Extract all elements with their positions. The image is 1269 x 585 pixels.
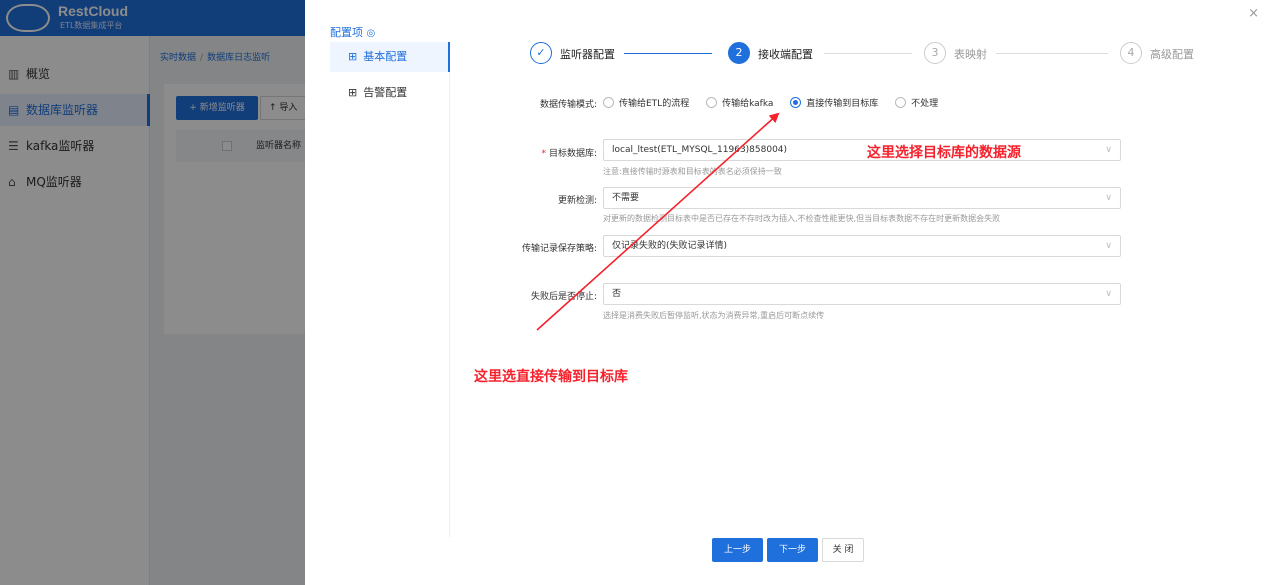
step-label: 接收端配置 (758, 48, 813, 61)
annotation-direct-mode: 这里选直接传输到目标库 (474, 369, 628, 385)
stop-on-fail-label: 失败后是否停止: (530, 292, 597, 302)
target-db-select[interactable]: local_ltest(ETL_MYSQL_11963)858004) ∨ (603, 139, 1121, 161)
radio-label: 直接传输到目标库 (806, 99, 879, 109)
radio-dot (706, 97, 718, 108)
target-db-label-text: 目标数据库: (548, 149, 597, 159)
radio-kafka[interactable]: 传输给kafka (706, 96, 773, 109)
stop-on-fail-select[interactable]: 否 ∨ (603, 283, 1121, 305)
nav-item-alert-config[interactable]: ⊞ 告警配置 (330, 78, 450, 108)
radio-etl-flow[interactable]: 传输给ETL的流程 (603, 96, 689, 109)
config-title-text: 配置项 (330, 26, 363, 39)
target-db-label: * 目标数据库: (495, 146, 597, 159)
step-connector (996, 53, 1108, 54)
radio-dot (790, 97, 802, 108)
grid-icon: ⊞ (348, 50, 358, 63)
step-number: 3 (924, 42, 946, 64)
annotation-target-db: 这里选择目标库的数据源 (867, 145, 1021, 161)
target-db-hint: 注意:直接传输时源表和目标表的表名必须保持一致 (603, 167, 782, 176)
chevron-down-icon: ∨ (1105, 145, 1112, 155)
config-title: 配置项 ◎ (330, 24, 375, 40)
step-connector (624, 53, 712, 54)
radio-label: 不处理 (911, 99, 939, 109)
update-check-hint: 对更新的数据检测目标表中是否已存在不存时改为插入,不检查性能更快,但当目标表数据… (603, 214, 1001, 223)
step-connector (824, 53, 912, 54)
select-value: local_ltest(ETL_MYSQL_11963)858004) (612, 145, 788, 155)
config-nav: ⊞ 基本配置 ⊞ 告警配置 (330, 42, 450, 537)
config-drawer: × 配置项 ◎ ⊞ 基本配置 ⊞ 告警配置 ✓ 监听器配置 2 接收端配置 3 表映… (305, 0, 1269, 585)
stop-on-fail-hint: 选择是消费失败后暂停监听,状态为消费异常,重启后可断点续传 (603, 311, 825, 320)
step-number: 2 (728, 42, 750, 64)
check-icon: ✓ (530, 42, 552, 64)
close-button[interactable]: 关 闭 (822, 538, 864, 562)
step-label: 高级配置 (1150, 48, 1194, 61)
nav-item-label: 告警配置 (363, 86, 408, 99)
step-label: 表映射 (954, 48, 987, 61)
radio-no-processing[interactable]: 不处理 (895, 96, 938, 109)
radio-label: 传输给ETL的流程 (619, 99, 690, 109)
chevron-down-icon: ∨ (1105, 289, 1112, 299)
radio-dot (603, 97, 614, 108)
nav-item-label: 基本配置 (363, 50, 408, 63)
radio-direct-target-db[interactable]: 直接传输到目标库 (790, 96, 878, 109)
update-check-label: 更新检测: (557, 196, 597, 206)
log-policy-select[interactable]: 仅记录失败的(失败记录详情) ∨ (603, 235, 1121, 257)
required-mark: * (541, 149, 546, 159)
update-check-select[interactable]: 不需要 ∨ (603, 187, 1121, 209)
close-icon[interactable]: × (1248, 6, 1259, 21)
select-value: 否 (612, 289, 622, 299)
select-value: 仅记录失败的(失败记录详情) (612, 241, 728, 251)
step-indicator: ✓ 监听器配置 2 接收端配置 3 表映射 4 高级配置 (530, 42, 1200, 66)
nav-item-basic-config[interactable]: ⊞ 基本配置 (330, 42, 450, 72)
chevron-down-icon: ∨ (1105, 241, 1112, 251)
transfer-mode-label: 数据传输模式: (539, 100, 597, 110)
select-value: 不需要 (612, 193, 640, 203)
prev-step-button[interactable]: 上一步 (712, 538, 763, 562)
chevron-down-icon: ∨ (1105, 193, 1112, 203)
log-policy-label: 传输记录保存策略: (521, 244, 597, 254)
step-label: 监听器配置 (560, 48, 615, 61)
transfer-mode-radio-group: 传输给ETL的流程 传输给kafka 直接传输到目标库 不处理 (603, 96, 952, 110)
grid-icon: ⊞ (348, 86, 358, 99)
gear-icon: ◎ (366, 28, 376, 39)
step-number: 4 (1120, 42, 1142, 64)
next-step-button[interactable]: 下一步 (767, 538, 818, 562)
radio-dot (895, 97, 907, 108)
radio-label: 传输给kafka (722, 99, 774, 109)
